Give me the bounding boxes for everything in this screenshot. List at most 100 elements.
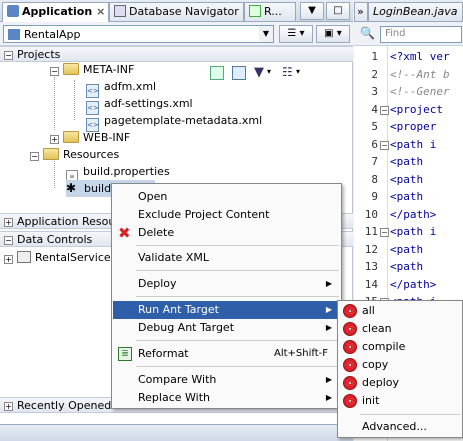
shortcut-label: Alt+Shift-F (273, 348, 328, 359)
tab-run[interactable]: R... (244, 2, 296, 21)
tree-item-adfm[interactable]: <> adfm.xml (86, 78, 156, 98)
tree-item-rental-service[interactable]: + RentalServiceD (4, 249, 119, 266)
code-line: <path (390, 173, 423, 186)
new-application-button[interactable]: ▣ ▾ (316, 25, 350, 43)
expand-icon[interactable]: + (4, 402, 13, 411)
tree-item-resources[interactable]: − Resources (30, 146, 119, 163)
target-item[interactable]: compile (339, 338, 462, 356)
chevron-down-icon[interactable]: ▾ (296, 67, 300, 76)
code-line: <path i (390, 138, 436, 151)
application-selector[interactable]: RentalApp ▼ (3, 25, 274, 43)
chevron-down-icon: ▼ (259, 26, 273, 42)
application-menu-button[interactable]: ☰ ▾ (279, 25, 313, 43)
maximize-button[interactable]: □ (326, 2, 350, 20)
tab-overflow[interactable]: » (354, 2, 368, 21)
expand-icon[interactable]: + (50, 135, 59, 144)
folder-icon (43, 148, 59, 160)
code-line: </path> (390, 278, 436, 291)
chevron-down-icon[interactable]: ▾ (267, 67, 271, 76)
collapse-icon[interactable]: − (50, 67, 59, 76)
fold-toggle-icon[interactable]: − (380, 228, 389, 237)
collapse-icon[interactable]: − (4, 51, 13, 60)
menu-item-deploy[interactable]: Deploy ▶ (113, 275, 340, 293)
separator (136, 366, 339, 367)
code-line: <path (390, 155, 423, 168)
context-menu: Open Exclude Project Content ✖ Delete Val… (111, 183, 342, 409)
fold-toggle-icon[interactable]: − (380, 140, 389, 150)
ant-icon: ✱ (66, 181, 77, 195)
tree-item-meta-inf[interactable]: − META-INF (50, 61, 134, 78)
tab-list-button[interactable]: ▼ (300, 2, 324, 20)
menu-item-open[interactable]: Open (113, 188, 340, 206)
menu-item-delete[interactable]: ✖ Delete (113, 224, 340, 242)
menu-item-run-ant-target[interactable]: Run Ant Target ▶ (113, 301, 340, 319)
code-token: <!--Ant b (390, 67, 450, 81)
code-line: <path (390, 190, 423, 203)
filter-icon[interactable]: ▼ (254, 65, 264, 80)
sort-icon[interactable]: ☷ (282, 65, 293, 79)
target-item[interactable]: clean (339, 320, 462, 338)
menu-item-reformat[interactable]: ≣ Reformat Alt+Shift-F (113, 345, 340, 363)
submenu-arrow-icon: ▶ (325, 375, 332, 384)
tab-database-navigator[interactable]: Database Navigator× (109, 2, 252, 21)
tree-item-build-properties[interactable]: ≡ build.properties (66, 163, 170, 183)
menu-item-advanced[interactable]: Advanced... (339, 418, 462, 436)
close-icon[interactable]: × (96, 5, 105, 18)
collapse-icon[interactable]: − (4, 236, 13, 245)
menu-item-debug-ant-target[interactable]: Debug Ant Target ▶ (113, 319, 340, 337)
code-line: <proper (390, 120, 436, 133)
expand-icon[interactable]: + (4, 255, 13, 264)
tree-item-web-inf[interactable]: + WEB-INF (50, 129, 130, 146)
bottom-tab-bar (0, 424, 353, 441)
target-item[interactable]: deploy (339, 374, 462, 392)
submenu-arrow-icon: ▶ (325, 305, 332, 314)
line-number: 9 (371, 190, 378, 203)
ant-target-icon (343, 340, 357, 354)
menu-item-exclude[interactable]: Exclude Project Content (113, 206, 340, 224)
separator (136, 270, 339, 271)
ant-target-submenu: all clean compile copy deploy init Advan… (337, 300, 463, 438)
sync-icon[interactable] (232, 66, 246, 80)
menu-item-replace-with[interactable]: Replace With ▶ (113, 389, 340, 407)
target-item[interactable]: all (339, 302, 462, 320)
code-token: <path (390, 242, 424, 256)
folder-icon (63, 131, 79, 143)
line-number: 10 (364, 207, 378, 221)
projects-header[interactable]: − Projects (0, 46, 353, 62)
ant-target-icon (343, 358, 357, 372)
expand-icon[interactable]: + (4, 218, 13, 227)
projects-toolbar: ▼ ▾ ☷ ▾ (210, 64, 350, 82)
find-input[interactable]: Find (380, 26, 462, 43)
submenu-arrow-icon: ▶ (325, 323, 332, 332)
code-line: <?xml ver (390, 50, 450, 63)
tree-item-pagetemplate[interactable]: <> pagetemplate-metadata.xml (86, 112, 262, 132)
line-number: 5 (371, 120, 378, 133)
tree-guide (54, 70, 55, 130)
code-token: </path> (390, 277, 437, 291)
code-token: <project (390, 102, 443, 116)
line-number: 14 (364, 277, 378, 291)
database-icon (114, 5, 126, 17)
target-item[interactable]: copy (339, 356, 462, 374)
code-line: <path i (390, 225, 436, 238)
target-item[interactable]: init (339, 392, 462, 410)
collapse-icon[interactable]: − (30, 152, 39, 161)
delete-icon: ✖ (118, 224, 131, 242)
editor-tab-bar: » LoginBean.java (354, 0, 463, 22)
refresh-icon[interactable] (210, 66, 224, 80)
code-token: <path i (390, 225, 437, 238)
code-line: <path (390, 243, 423, 256)
fold-toggle-icon[interactable]: − (380, 105, 389, 115)
menu-item-compare-with[interactable]: Compare With ▶ (113, 371, 340, 389)
code-line: <!--Gener (390, 85, 450, 98)
tab-loginbean[interactable]: LoginBean.java (368, 2, 463, 21)
menu-item-validate-xml[interactable]: Validate XML (113, 249, 340, 267)
line-number: 4 (371, 102, 378, 116)
line-number: 13 (364, 260, 378, 273)
code-line: <!--Ant b (390, 68, 450, 81)
code-line: <path (390, 260, 423, 273)
tree-item-adf-settings[interactable]: <> adf-settings.xml (86, 95, 193, 115)
code-line: <project (390, 103, 443, 116)
ant-target-icon (343, 394, 357, 408)
tab-application[interactable]: Application × (2, 2, 109, 22)
